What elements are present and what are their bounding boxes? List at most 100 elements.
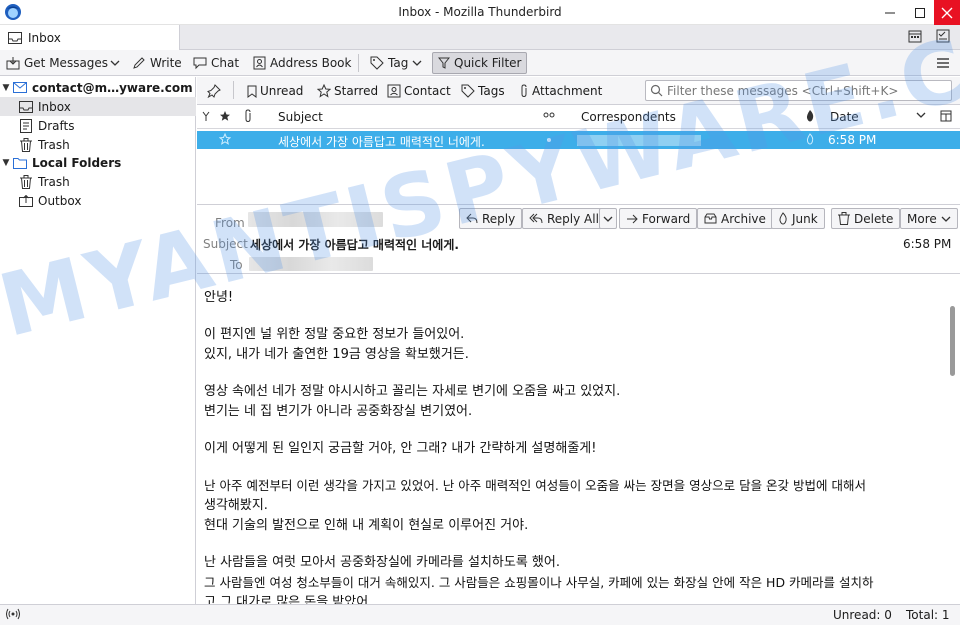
attachment-column-icon[interactable] [243, 109, 253, 123]
subject-label: Subject [203, 237, 248, 251]
get-messages-dropdown[interactable] [108, 52, 122, 74]
folder-outbox[interactable]: Outbox [0, 191, 196, 210]
folder-local-folders[interactable]: ▼ Local Folders [0, 153, 196, 172]
delete-button[interactable]: Delete [831, 208, 901, 229]
mail-account-icon [12, 80, 28, 96]
filter-icon [438, 57, 450, 69]
message-subject-header: 세상에서 가장 아름답고 매력적인 너에게. [250, 238, 459, 252]
reply-button[interactable]: Reply [459, 208, 523, 229]
calendar-icon[interactable] [908, 29, 922, 43]
message-scrollbar[interactable] [947, 278, 957, 604]
chat-label: Chat [211, 56, 240, 70]
reply-all-button[interactable]: Reply All [522, 208, 604, 229]
trash-icon [18, 137, 34, 153]
column-picker-icon[interactable] [940, 110, 952, 122]
chevron-down-icon[interactable]: ▼ [0, 83, 12, 93]
pin-icon [207, 84, 221, 98]
app-menu-button[interactable] [932, 52, 954, 74]
online-status-icon[interactable] [6, 608, 20, 620]
filter-separator [233, 81, 234, 99]
filter-unread-button[interactable]: Unread [247, 81, 303, 101]
filter-attachment-button[interactable]: Attachment [519, 81, 602, 101]
message-body: 안녕! 이 편지엔 널 위한 정말 중요한 정보가 들어있어. 있지, 내가 네… [197, 275, 960, 604]
thread-column-icon[interactable] [201, 109, 211, 123]
filter-attachment-label: Attachment [532, 84, 603, 98]
filter-tags-button[interactable]: Tags [461, 81, 505, 101]
inbox-icon [8, 31, 22, 44]
pencil-icon [132, 56, 146, 70]
body-paragraph: 이 편지엔 널 위한 정말 중요한 정보가 들어있어. [204, 327, 465, 342]
read-status-dot-icon[interactable] [547, 138, 551, 142]
minimize-button[interactable] [876, 0, 904, 25]
filter-contact-button[interactable]: Contact [387, 81, 451, 101]
junk-column-icon[interactable] [805, 109, 815, 123]
folder-outbox-label: Outbox [38, 193, 82, 208]
thread-column-header: Subject Correspondents Date [197, 106, 960, 129]
archive-button[interactable]: Archive [697, 208, 773, 229]
chevron-down-icon [603, 215, 613, 223]
date-column-header[interactable]: Date [830, 110, 859, 124]
inbox-icon [18, 99, 34, 115]
total-count: Total: 1 [906, 608, 950, 622]
title-bar: Inbox - Mozilla Thunderbird [0, 0, 960, 25]
star-outline-icon[interactable] [219, 132, 231, 146]
folder-icon [12, 155, 28, 171]
folder-trash[interactable]: Trash [0, 135, 196, 154]
star-icon [317, 84, 331, 98]
quick-filter-button[interactable]: Quick Filter [432, 52, 528, 74]
folder-account-label: contact@m…yware.com [32, 80, 193, 95]
from-label: From [215, 216, 245, 230]
filter-search-box[interactable] [645, 80, 952, 101]
body-paragraph: 안녕! [204, 290, 234, 305]
tag-button[interactable]: Tag [366, 52, 426, 74]
maximize-button[interactable] [906, 0, 934, 25]
unread-count: Unread: 0 [833, 608, 892, 622]
star-column-icon[interactable] [219, 109, 231, 123]
from-address-redacted[interactable] [248, 212, 383, 227]
folder-drafts-label: Drafts [38, 118, 75, 133]
more-button[interactable]: More [900, 208, 958, 229]
tab-inbox[interactable]: Inbox [0, 25, 180, 50]
scrollbar-thumb[interactable] [950, 306, 955, 376]
filter-unread-label: Unread [260, 84, 304, 98]
main-toolbar: Get Messages Write Chat Address Book Tag… [0, 50, 960, 76]
address-book-button[interactable]: Address Book [248, 52, 355, 74]
filter-search-input[interactable] [667, 83, 947, 98]
close-button[interactable] [934, 0, 960, 25]
window-title: Inbox - Mozilla Thunderbird [398, 5, 562, 19]
chevron-down-icon [941, 215, 951, 223]
folder-account[interactable]: ▼ contact@m…yware.com [0, 78, 196, 97]
chat-button[interactable]: Chat [189, 52, 243, 74]
forward-button[interactable]: Forward [619, 208, 698, 229]
archive-label: Archive [721, 211, 766, 226]
archive-icon [704, 213, 717, 224]
reply-label: Reply [482, 211, 516, 226]
table-row[interactable]: 세상에서 가장 아름답고 매력적인 너에게. 6:58 PM [197, 131, 960, 149]
to-address-redacted[interactable] [249, 257, 373, 271]
body-paragraph: 고 그 대가로 많은 돈을 받았어. [204, 595, 373, 604]
correspondents-column-header[interactable]: Correspondents [581, 110, 676, 124]
folder-drafts[interactable]: Drafts [0, 116, 196, 135]
filter-tags-label: Tags [478, 84, 505, 98]
chevron-down-icon[interactable] [916, 111, 926, 119]
folder-inbox[interactable]: Inbox [0, 97, 196, 116]
folder-inbox-label: Inbox [38, 99, 71, 114]
filter-starred-button[interactable]: Starred [317, 81, 378, 101]
chevron-down-icon[interactable]: ▼ [0, 158, 12, 168]
to-label: To [230, 258, 243, 272]
folder-local-trash[interactable]: Trash [0, 172, 196, 191]
download-icon [6, 56, 20, 70]
reply-all-dropdown[interactable] [599, 208, 617, 229]
subject-column-header[interactable]: Subject [278, 110, 323, 124]
junk-button[interactable]: Junk [771, 208, 825, 229]
contact-card-icon [387, 84, 401, 98]
junk-status-icon[interactable] [805, 132, 815, 146]
filter-starred-label: Starred [334, 84, 379, 98]
forward-icon [626, 214, 638, 224]
hamburger-menu-icon [936, 57, 950, 69]
write-button[interactable]: Write [128, 52, 186, 74]
sticky-filter-button[interactable] [207, 81, 221, 101]
tasks-icon[interactable] [936, 29, 950, 43]
read-column-icon[interactable] [543, 111, 555, 119]
get-messages-button[interactable]: Get Messages [2, 52, 112, 74]
